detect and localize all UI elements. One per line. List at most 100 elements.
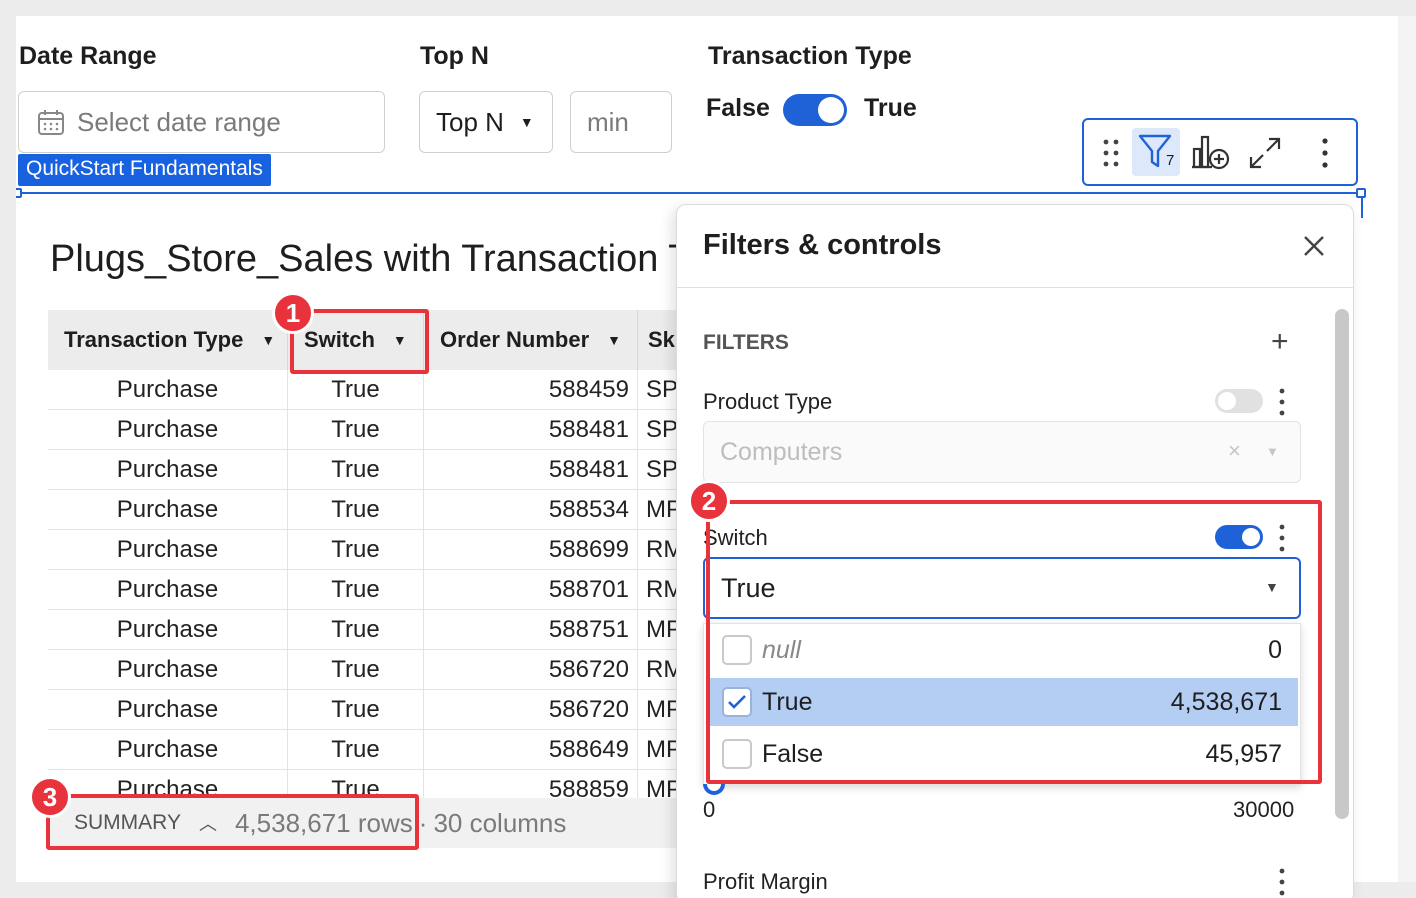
table-cell[interactable]: Purchase [48, 490, 288, 530]
panel-scrollbar[interactable] [1335, 309, 1349, 819]
filters-heading: FILTERS [703, 331, 789, 354]
annotation-box-2 [706, 500, 1322, 784]
transaction-type-toggle[interactable] [783, 94, 847, 126]
element-toolbar: 7 [1082, 118, 1358, 186]
toggle-on-label: True [864, 94, 917, 122]
top-n-select-value: Top N [436, 106, 504, 137]
product-type-label: Product Type [703, 389, 833, 414]
table-cell[interactable]: 588481 [424, 410, 638, 450]
table-cell[interactable]: 588649 [424, 730, 638, 770]
top-n-select[interactable]: Top N ▼ [419, 91, 553, 153]
annotation-badge-3: 3 [29, 776, 71, 818]
annotation-badge-1: 1 [272, 292, 314, 334]
toggle-off-label: False [706, 94, 770, 122]
chevron-down-icon[interactable]: ▼ [1266, 444, 1279, 459]
right-edge [1398, 16, 1416, 882]
table-cell[interactable]: Purchase [48, 570, 288, 610]
date-range-input[interactable]: Select date range [18, 91, 385, 153]
table-row[interactable]: Purchase True 588751 MP6 [48, 610, 758, 650]
table-cell[interactable]: True [288, 450, 424, 490]
top-n-min-input[interactable]: min [570, 91, 672, 153]
table-cell[interactable]: Purchase [48, 650, 288, 690]
table-title: Plugs_Store_Sales with Transaction Type [50, 238, 751, 280]
filter-count: 7 [1166, 152, 1175, 169]
table-row[interactable]: Purchase True 588459 SP4 [48, 370, 758, 410]
column-header[interactable]: Order Number ▼ [424, 310, 638, 370]
table-cell[interactable]: 588701 [424, 570, 638, 610]
more-icon[interactable] [1277, 387, 1287, 422]
add-chart-icon[interactable] [1188, 130, 1234, 176]
chevron-down-icon: ▼ [519, 114, 534, 130]
top-n-min-placeholder: min [587, 106, 629, 137]
annotation-box-3 [46, 794, 419, 850]
table-cell[interactable]: 588751 [424, 610, 638, 650]
table-row[interactable]: Purchase True 588481 SP1 [48, 410, 758, 450]
table-cell[interactable]: True [288, 650, 424, 690]
table-cell[interactable]: Purchase [48, 690, 288, 730]
calendar-icon [37, 108, 65, 136]
table-cell[interactable]: Purchase [48, 410, 288, 450]
toggle-knob [1218, 392, 1236, 410]
column-header-label: Transaction Type [64, 327, 244, 352]
table-cell[interactable]: Purchase [48, 530, 288, 570]
table-cell[interactable]: True [288, 690, 424, 730]
transaction-type-label: Transaction Type [708, 42, 912, 70]
top-n-label: Top N [420, 42, 489, 70]
column-header-label: Order Number [440, 327, 590, 352]
add-filter-icon[interactable]: + [1271, 327, 1289, 357]
filter-button[interactable]: 7 [1132, 128, 1180, 176]
chevron-down-icon[interactable]: ▼ [261, 332, 275, 348]
more-icon[interactable] [1277, 867, 1287, 898]
range-max-label: 30000 [1233, 797, 1295, 822]
table-row[interactable]: Purchase True 588649 MP5 [48, 730, 758, 770]
table-row[interactable]: Purchase True 586720 MP3 [48, 690, 758, 730]
table-cell[interactable]: 588534 [424, 490, 638, 530]
product-type-value: Computers [720, 438, 843, 466]
clear-icon[interactable]: × [1228, 438, 1241, 464]
summary-separator: · [418, 807, 428, 838]
table-cell[interactable]: True [288, 570, 424, 610]
table-row[interactable]: Purchase True 588701 RM5 [48, 570, 758, 610]
table-cell[interactable]: Purchase [48, 450, 288, 490]
expand-icon[interactable] [1242, 130, 1288, 176]
date-range-placeholder: Select date range [77, 106, 281, 137]
selection-border [1361, 198, 1363, 218]
table-cell[interactable]: Purchase [48, 370, 288, 410]
table-cell[interactable]: 586720 [424, 650, 638, 690]
resize-handle[interactable] [1356, 188, 1366, 198]
toggle-knob [818, 97, 844, 123]
panel-title: Filters & controls [703, 229, 942, 261]
close-icon[interactable] [1301, 233, 1327, 264]
table-row[interactable]: Purchase True 588699 RM7 [48, 530, 758, 570]
table-cell[interactable]: True [288, 490, 424, 530]
chevron-down-icon[interactable]: ▼ [607, 332, 621, 348]
table-row[interactable]: Purchase True 586720 RM2 [48, 650, 758, 690]
selection-border [18, 192, 1364, 194]
table-cell[interactable]: Purchase [48, 730, 288, 770]
table-cell[interactable]: 586720 [424, 690, 638, 730]
table-cell[interactable]: 588481 [424, 450, 638, 490]
table-row[interactable]: Purchase True 588481 SP5 [48, 450, 758, 490]
drag-handle-icon[interactable] [1088, 130, 1134, 176]
resize-handle[interactable] [16, 188, 22, 198]
table-cell[interactable]: True [288, 410, 424, 450]
annotation-badge-2: 2 [688, 480, 730, 522]
table-cell[interactable]: 588459 [424, 370, 638, 410]
table-cell[interactable]: True [288, 530, 424, 570]
range-min-label: 0 [703, 797, 716, 822]
profit-margin-label: Profit Margin [703, 869, 828, 894]
table-cell[interactable]: Purchase [48, 610, 288, 650]
table-row[interactable]: Purchase True 588534 MP6 [48, 490, 758, 530]
column-header[interactable]: Transaction Type ▼ [48, 310, 288, 370]
product-type-select[interactable]: Computers × ▼ [703, 421, 1301, 483]
table-cell[interactable]: True [288, 730, 424, 770]
product-type-toggle[interactable] [1215, 389, 1263, 413]
table-cell[interactable]: True [288, 370, 424, 410]
table-cell[interactable]: 588699 [424, 530, 638, 570]
column-count: 30 columns [433, 807, 567, 838]
panel-divider [677, 287, 1353, 288]
date-range-label: Date Range [19, 42, 157, 70]
table-cell[interactable]: True [288, 610, 424, 650]
more-icon[interactable] [1302, 130, 1348, 176]
quickstart-tag: QuickStart Fundamentals [18, 154, 271, 186]
